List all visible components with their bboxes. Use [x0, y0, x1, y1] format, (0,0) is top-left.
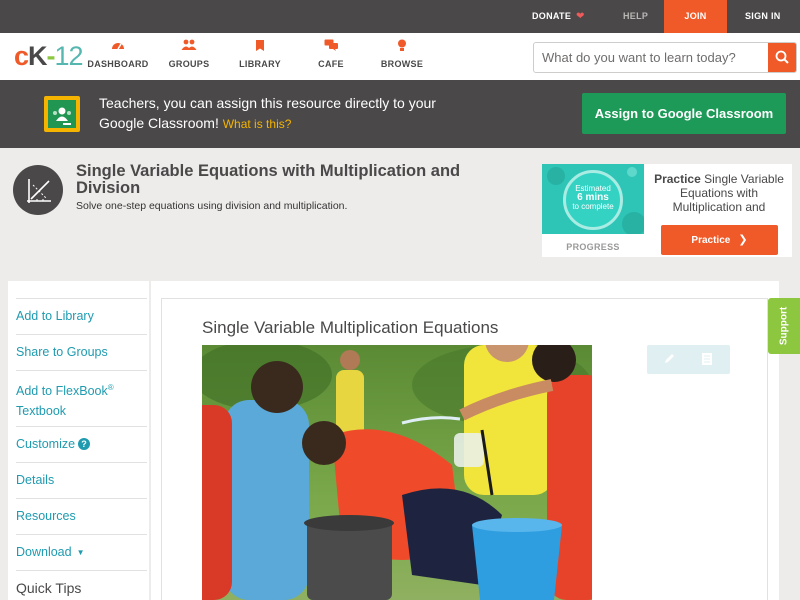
logo-k: K: [28, 41, 47, 71]
logo-c: c: [14, 41, 29, 71]
library-icon: [220, 39, 300, 54]
practice-button-label: Practice: [691, 235, 731, 246]
concept-graph-icon: [13, 165, 63, 215]
ck12-logo[interactable]: cK-12: [14, 41, 84, 71]
groups-icon: [149, 39, 229, 54]
nav-groups-label: GROUPS: [168, 59, 210, 69]
nav-dashboard-label: DASHBOARD: [87, 59, 149, 69]
nav-dashboard[interactable]: DASHBOARD: [78, 39, 158, 69]
notes-icon[interactable]: [699, 351, 715, 367]
sidebar-item-details[interactable]: Details: [16, 462, 147, 490]
flexbook-label: Add to FlexBook: [16, 384, 108, 399]
page-subtitle: Solve one-step equations using division …: [76, 200, 348, 212]
to-complete-label: to complete: [572, 202, 614, 211]
practice-description: Practice Single Variable Equations with …: [650, 172, 788, 214]
sidebar-item-add-to-library[interactable]: Add to Library: [16, 298, 147, 326]
registered-mark: ®: [107, 383, 114, 392]
page-title: Single Variable Equations with Multiplic…: [76, 162, 461, 197]
sidebar-item-download[interactable]: Download ▼: [16, 534, 147, 563]
search-box: [533, 42, 797, 73]
sidebar-item-resources[interactable]: Resources: [16, 498, 147, 526]
google-classroom-banner: Teachers, you can assign this resource d…: [0, 80, 800, 148]
search-input[interactable]: [534, 43, 768, 72]
donate-link[interactable]: DONATE ❤: [532, 0, 585, 33]
content-tools: [647, 345, 730, 374]
nav-browse[interactable]: BROWSE: [362, 39, 442, 69]
cafe-icon: [291, 39, 371, 54]
browse-icon: [362, 39, 442, 54]
top-bar: DONATE ❤ HELP JOIN SIGN IN: [0, 0, 800, 33]
caret-down-icon: ▼: [76, 548, 85, 557]
sidebar-item-customize[interactable]: Customize?: [16, 426, 147, 454]
donate-label: DONATE: [532, 11, 572, 21]
textbook-label: Textbook: [16, 404, 67, 419]
sidebar-item-share-to-groups[interactable]: Share to Groups: [16, 334, 147, 362]
dashboard-icon: [78, 39, 158, 54]
estimated-time: Estimated 6 mins to complete: [566, 184, 620, 211]
nav-groups[interactable]: GROUPS: [149, 39, 229, 69]
practice-card: Estimated 6 mins to complete PROGRESS Pr…: [542, 164, 792, 257]
chevron-right-icon: ❯: [738, 234, 748, 246]
logo-dash: -: [46, 41, 56, 71]
what-is-this-link[interactable]: What is this?: [223, 117, 292, 131]
sidebar: Add to Library Share to Groups Add to Fl…: [8, 281, 149, 600]
content-title: Single Variable Multiplication Equations: [202, 318, 499, 337]
heart-icon: ❤: [575, 11, 585, 22]
sidebar-item-add-to-flexbook[interactable]: Add to FlexBook® Textbook: [16, 370, 147, 421]
assign-google-classroom-button[interactable]: Assign to Google Classroom: [582, 93, 786, 134]
nav-library[interactable]: LIBRARY: [220, 39, 300, 69]
progress-badge: Estimated 6 mins to complete: [542, 164, 644, 234]
join-button[interactable]: JOIN: [664, 0, 727, 33]
progress-label: PROGRESS: [566, 242, 620, 252]
quick-tips-heading: Quick Tips: [16, 570, 147, 598]
help-link[interactable]: HELP: [623, 0, 648, 33]
customize-label: Customize: [16, 437, 76, 451]
support-tab[interactable]: Support: [768, 298, 800, 354]
lesson-photo: [202, 345, 592, 600]
search-button[interactable]: [768, 43, 796, 72]
google-classroom-text: Teachers, you can assign this resource d…: [99, 93, 459, 134]
question-icon[interactable]: ?: [78, 438, 91, 450]
nav-browse-label: BROWSE: [380, 59, 424, 69]
search-icon: [775, 50, 789, 64]
main-nav: cK-12 DASHBOARD GROUPS LIBRARY CAFE BROW…: [0, 33, 800, 80]
download-label: Download: [16, 545, 72, 559]
nav-library-label: LIBRARY: [239, 59, 281, 69]
support-label: Support: [778, 306, 790, 346]
pencil-icon[interactable]: [661, 351, 677, 367]
practice-button[interactable]: Practice ❯: [661, 225, 778, 255]
nav-cafe[interactable]: CAFE: [291, 39, 371, 69]
sign-in-link[interactable]: SIGN IN: [745, 0, 781, 33]
nav-cafe-label: CAFE: [318, 59, 344, 69]
google-classroom-icon: [44, 96, 80, 132]
practice-bold: Practice: [654, 172, 701, 186]
